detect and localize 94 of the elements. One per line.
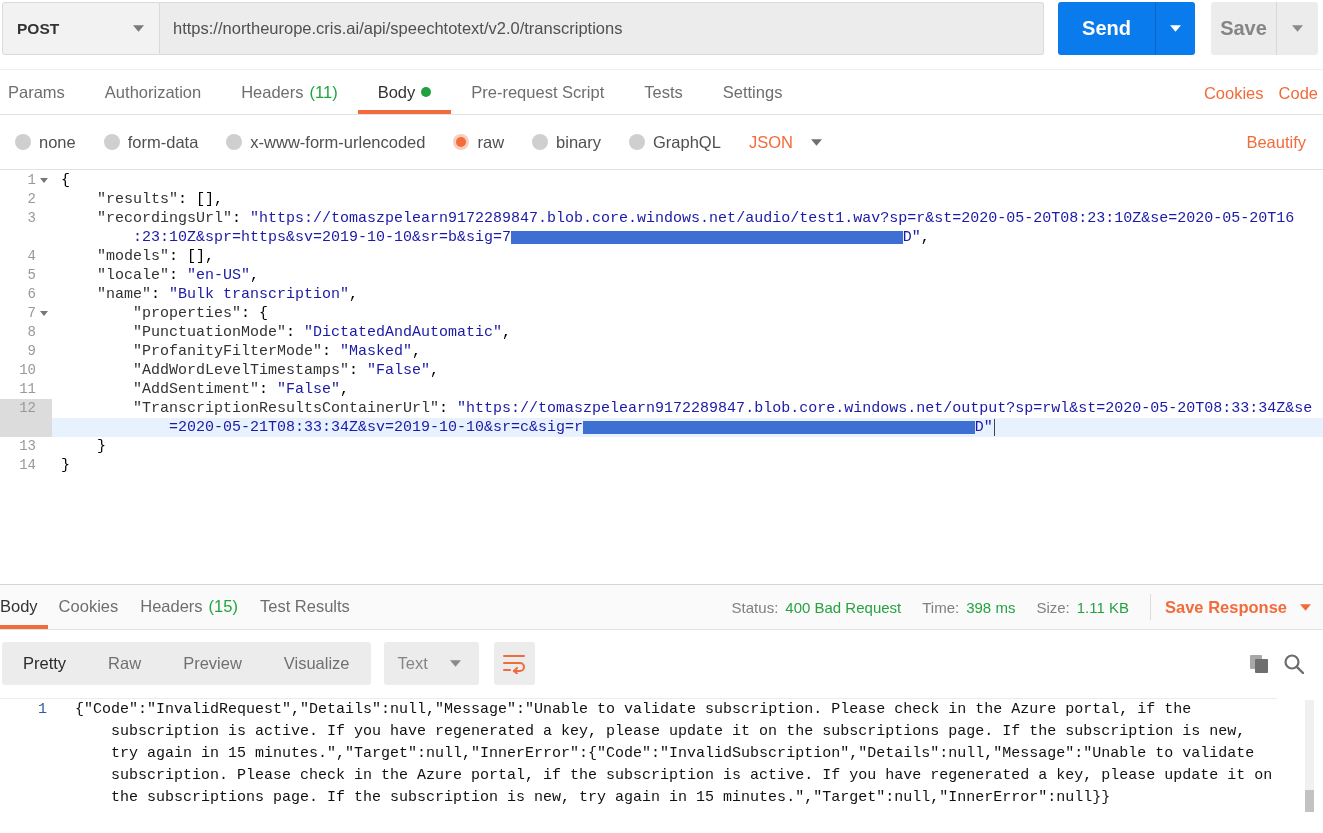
- view-mode-tab[interactable]: Pretty: [2, 642, 88, 685]
- fold-caret-icon[interactable]: [40, 311, 48, 316]
- format-dropdown[interactable]: JSON: [748, 132, 822, 152]
- header-link[interactable]: Cookies: [1203, 83, 1264, 103]
- radio-button[interactable]: [15, 134, 31, 150]
- code-text: "recordingsUrl": "https://tomaszpelearn9172289847.blob.core.windows.net/audio/test1.wav?sp=r&st=2020-05-20T08:23:10Z&se=2020-05-20T16: [97, 209, 1295, 228]
- radio-button[interactable]: [532, 134, 549, 150]
- code-text: "properties": {: [133, 304, 269, 323]
- code-text: D": [974, 418, 993, 437]
- radio-label: x-www-form-urlencoded: [250, 132, 426, 152]
- radio-button[interactable]: [629, 134, 645, 150]
- request-tab[interactable]: Tests: [624, 70, 703, 114]
- request-tab[interactable]: Params: [0, 70, 85, 114]
- status-value: 1.11 KB: [1076, 598, 1129, 616]
- line-number: 13: [19, 437, 36, 456]
- line-number: 4: [27, 247, 36, 266]
- code-text: "AddWordLevelTimestamps": "False",: [133, 361, 440, 380]
- copy-icon: [1249, 653, 1269, 674]
- status-label: Size:: [1036, 598, 1070, 616]
- radio-label: binary: [556, 132, 601, 152]
- send-button[interactable]: Send: [1058, 2, 1155, 55]
- radio-label: form-data: [127, 132, 199, 152]
- scrollbar[interactable]: [1305, 700, 1314, 812]
- response-tab[interactable]: Headers (15): [129, 585, 249, 629]
- status-value: 398 ms: [966, 598, 1016, 616]
- code-text: "locale": "en-US",: [97, 266, 260, 285]
- line-number: 1: [27, 171, 36, 190]
- radio-label: GraphQL: [653, 132, 721, 152]
- code-text: :23:10Z&spr=https&sv=2019-10-10&sr=b&sig=7: [133, 228, 512, 247]
- url-field[interactable]: https://northeurope.cris.ai/api/speechtotext/v2.0/transcriptions: [160, 2, 1044, 55]
- code-text: }: [97, 437, 106, 456]
- response-tab[interactable]: Test Results: [248, 585, 361, 629]
- line-number: 2: [27, 190, 36, 209]
- line-number: 10: [19, 361, 36, 380]
- request-tab[interactable]: Body: [357, 70, 452, 114]
- response-tab[interactable]: Cookies: [47, 585, 130, 629]
- caret-icon: [1170, 25, 1181, 32]
- view-mode-tab[interactable]: Preview: [162, 642, 263, 685]
- code-text: }: [61, 456, 70, 475]
- save-response-button[interactable]: Save Response: [1165, 597, 1311, 617]
- line-number: 7: [27, 304, 36, 323]
- format-dropdown[interactable]: Text: [383, 642, 479, 685]
- code-text: "models": [],: [97, 247, 215, 266]
- request-tab[interactable]: Authorization: [84, 70, 222, 114]
- response-text: {"Code":"InvalidRequest","Details":null,"Message":"Unable to validate subscription. Please check in the Azure portal, if the subscription is active. If you have regenerated a key, please update it on the subscriptions page. If the subscription is new, try again in 15 minutes.","Target":null,"InnerError":{"Code":"InvalidSubscription","Details":null,"Message":"Unable to validate subscription. Please check in the Azure portal, if the subscription is active. If you have regenerated a key, please update it on the subscriptions page. If the subscription is new, try again in 15 minutes.","Target":null,"InnerError":null}}: [75, 700, 1274, 808]
- response-tab[interactable]: Body: [0, 585, 48, 629]
- header-link[interactable]: Code: [1278, 83, 1318, 103]
- view-mode-tab[interactable]: Visualize: [262, 642, 371, 685]
- text-cursor: [993, 419, 996, 436]
- caret-icon: [1292, 25, 1303, 32]
- code-text: "AddSentiment": "False",: [133, 380, 350, 399]
- line-number: 1: [38, 700, 47, 720]
- line-number: 8: [27, 323, 36, 342]
- radio-button[interactable]: [103, 134, 120, 150]
- caret-icon: [449, 660, 461, 667]
- fold-caret-icon[interactable]: [40, 178, 48, 183]
- radio-label: none: [39, 132, 76, 152]
- beautify-link[interactable]: Beautify: [1246, 132, 1306, 152]
- line-number: 3: [27, 209, 36, 228]
- status-value: 400 Bad Request: [785, 598, 902, 616]
- line-number: 11: [19, 380, 36, 399]
- line-number: 5: [27, 266, 36, 285]
- copy-button[interactable]: [1249, 653, 1269, 674]
- line-number: 12: [19, 399, 36, 418]
- caret-icon: [133, 25, 144, 32]
- status-label: Time:: [922, 598, 960, 616]
- code-text: =2020-05-21T08:33:34Z&sv=2019-10-10&sr=c&sig=r: [169, 418, 584, 437]
- send-options-button[interactable]: [1155, 2, 1195, 55]
- radio-button[interactable]: [226, 134, 243, 150]
- code-text: "ProfanityFilterMode": "Masked",: [133, 342, 422, 361]
- code-text: "TranscriptionResultsContainerUrl": "https://tomaszpelearn9172289847.blob.core.windows.net/output?sp=rwl&st=2020-05-20T08:33:34Z&se: [133, 399, 1313, 418]
- radio-label: raw: [477, 132, 505, 152]
- method-select[interactable]: POST: [2, 2, 160, 55]
- code-text: D",: [902, 228, 930, 247]
- scrollbar-thumb[interactable]: [1305, 790, 1314, 812]
- request-tab[interactable]: Pre-request Script: [451, 70, 625, 114]
- code-text: "results": [],: [97, 190, 224, 209]
- code-text: "name": "Bulk transcription",: [97, 285, 359, 304]
- caret-icon: [1300, 603, 1311, 611]
- wrap-lines-button[interactable]: [493, 642, 535, 685]
- line-number: 14: [19, 456, 36, 475]
- search-icon: [1284, 653, 1304, 674]
- view-mode-tab[interactable]: Raw: [87, 642, 163, 685]
- request-tab[interactable]: Headers (11): [221, 70, 358, 114]
- line-number: 6: [27, 285, 36, 304]
- radio-button[interactable]: [453, 134, 470, 150]
- request-tab[interactable]: Settings: [702, 70, 803, 114]
- code-text: {: [61, 171, 70, 190]
- status-label: Status:: [731, 598, 779, 616]
- line-number: 9: [27, 342, 36, 361]
- code-text: "PunctuationMode": "DictatedAndAutomatic",: [133, 323, 512, 342]
- search-button[interactable]: [1284, 653, 1304, 674]
- caret-icon: [810, 138, 822, 146]
- save-button[interactable]: Save: [1211, 2, 1276, 55]
